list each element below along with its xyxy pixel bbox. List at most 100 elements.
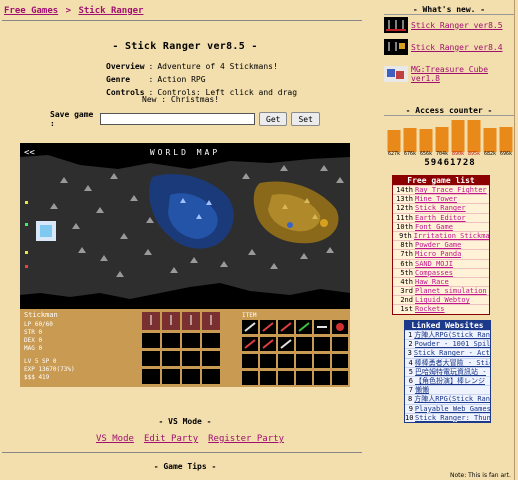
set-button[interactable]: Set [291, 112, 320, 126]
whats-new-item[interactable]: MG:Treasure Cube ver1.8 [384, 63, 511, 85]
rank-label: 9th [399, 231, 412, 240]
vs-mode-title: - VS Mode - [158, 417, 212, 426]
save-game-label: Save game : [50, 110, 94, 128]
linked-website-link[interactable]: 巴哈姆特電玩資訊站 - [415, 368, 486, 376]
item-grid[interactable] [242, 320, 348, 385]
free-game-link[interactable]: Earth Editor [415, 214, 466, 222]
breadcrumb-stick-ranger[interactable]: Stick Ranger [78, 6, 143, 16]
get-button[interactable]: Get [259, 112, 288, 126]
linked-website-link[interactable]: Stick Ranger - Action [414, 349, 490, 357]
free-game-link[interactable]: Stick Ranger [415, 204, 466, 212]
status-panel-graphics[interactable]: Stickman LP 60/60 STR 0 DEX 0 MAG 0 LV 5… [20, 309, 350, 387]
free-game-item[interactable]: 10th Font Game [393, 221, 489, 231]
rank-label: 9 [408, 404, 413, 413]
map-title: WORLD MAP [150, 148, 220, 157]
free-game-link[interactable]: Micro Panda [415, 250, 461, 258]
rank-label: 1 [407, 331, 413, 339]
save-game-row: Save game : Get Set [50, 110, 320, 128]
linked-websites: Linked Websites 1 方陣人RPG(Stick Range 2 Powd… [404, 320, 491, 423]
whats-new-link[interactable]: MG:Treasure Cube ver1.8 [411, 65, 511, 83]
linked-website-link[interactable]: Powder - 1001 Spill [415, 340, 490, 348]
linked-website-item[interactable]: 4 棒棒勇者大冒險 - Stic [405, 357, 490, 367]
divider [384, 14, 514, 15]
linked-website-link[interactable]: 棒棒勇者大冒險 - Stic [415, 359, 490, 367]
free-game-item[interactable]: 12th Stick Ranger [393, 203, 489, 212]
linked-website-link[interactable]: 懶懶 [415, 386, 429, 394]
free-game-item[interactable]: 3rd Planet simulation [393, 286, 489, 295]
free-game-link[interactable]: Haw Race [415, 278, 449, 286]
free-game-link[interactable]: Ray Trace Fighter [415, 186, 487, 194]
free-game-link[interactable]: Irritation Stickman [414, 232, 489, 240]
linked-website-item[interactable]: 5 巴哈姆特電玩資訊站 - [405, 366, 490, 376]
breadcrumb: Free Games > Stick Ranger [4, 6, 143, 16]
rank-label: 12th [396, 204, 413, 213]
counter-bar [403, 128, 417, 152]
rank-label: 6 [408, 376, 413, 385]
linked-website-item[interactable]: 10Stick Ranger: Thunder [405, 412, 490, 422]
free-game-link[interactable]: SAND MOJI [415, 260, 453, 268]
free-game-item[interactable]: 13th Mine Tower [393, 194, 489, 203]
linked-website-link[interactable]: 【角色扮演】棒レンジ [415, 377, 485, 385]
thumbnail-image [384, 17, 408, 33]
whats-new-link[interactable]: Stick Ranger ver8.4 [411, 43, 503, 52]
linked-website-item[interactable]: 3Stick Ranger - Action [405, 348, 490, 357]
free-game-list-title: Free game list [393, 176, 489, 185]
character-slots[interactable] [142, 312, 220, 384]
linked-website-item[interactable]: 8 方陣人RPG(Stick Range [405, 394, 490, 403]
stat-mag: MAG 0 [24, 345, 42, 352]
news-line: New : Christmas! [142, 95, 220, 104]
linked-website-item[interactable]: 2 Powder - 1001 Spill [405, 339, 490, 348]
linked-website-item[interactable]: 1 方陣人RPG(Stick Range [405, 330, 490, 339]
free-game-link[interactable]: Powder Game [415, 241, 461, 249]
linked-website-item[interactable]: 7 懶懶 [405, 385, 490, 394]
free-game-item[interactable]: 1st Rockets [393, 304, 489, 313]
counter-bar [483, 128, 497, 152]
free-game-item[interactable]: 6th SAND MOJI [393, 258, 489, 268]
linked-website-link[interactable]: 方陣人RPG(Stick Range [414, 331, 490, 339]
whats-new-link[interactable]: Stick Ranger ver8.5 [411, 21, 503, 30]
world-map[interactable]: << WORLD MAP [20, 143, 350, 309]
linked-website-link[interactable]: Playable Web Games [415, 405, 490, 413]
free-game-link[interactable]: Mine Tower [415, 195, 457, 203]
free-game-item[interactable]: 9th Irritation Stickman [393, 230, 489, 240]
free-game-link[interactable]: Liquid Webtoy [415, 296, 470, 304]
map-back-button[interactable]: << [24, 148, 35, 158]
rank-label: 7th [400, 250, 413, 259]
linked-website-link[interactable]: 方陣人RPG(Stick Range [414, 395, 490, 403]
edit-party-link[interactable]: Edit Party [144, 434, 198, 444]
rank-label: 7 [408, 386, 413, 395]
counter-label: 676k [403, 151, 417, 157]
counter-bar [387, 130, 401, 152]
free-game-link[interactable]: Planet simulation [415, 287, 487, 295]
game-canvas[interactable]: << WORLD MAP Stickman LP 60/60 STR 0 DEX… [20, 143, 350, 387]
item-label: ITEM [242, 312, 257, 319]
save-game-input[interactable] [100, 113, 255, 125]
info-key: Genre [106, 75, 131, 84]
free-game-item[interactable]: 5th Compasses [393, 267, 489, 277]
linked-website-item[interactable]: 6 【角色扮演】棒レンジ [405, 375, 490, 385]
free-game-item[interactable]: 4th Haw Race [393, 276, 489, 286]
free-game-item[interactable]: 7th Micro Panda [393, 249, 489, 258]
vs-mode-link[interactable]: VS Mode [96, 434, 134, 444]
free-game-item[interactable]: 14th Ray Trace Fighter [393, 185, 489, 194]
free-game-item[interactable]: 2nd Liquid Webtoy [393, 295, 489, 304]
stat-str: STR 0 [24, 329, 42, 336]
free-game-link[interactable]: Rockets [415, 305, 445, 313]
whats-new-title: - What's new. - [412, 5, 486, 14]
linked-website-link[interactable]: Stick Ranger: Thunder [415, 414, 490, 422]
free-game-item[interactable]: 8th Powder Game [393, 240, 489, 249]
free-game-item[interactable]: 11th Earth Editor [393, 212, 489, 222]
whats-new-item[interactable]: Stick Ranger ver8.5 [384, 16, 503, 34]
register-party-link[interactable]: Register Party [208, 434, 284, 444]
free-game-link[interactable]: Compasses [415, 269, 453, 277]
breadcrumb-free-games[interactable]: Free Games [4, 6, 58, 16]
stickman-name: Stickman [24, 311, 58, 319]
linked-website-item[interactable]: 9 Playable Web Games [405, 403, 490, 413]
info-row-overview: Overview : Adventure of 4 Stickmans! [106, 61, 299, 72]
whats-new-item[interactable]: Stick Ranger ver8.4 [384, 38, 503, 56]
counter-label: 627k [387, 151, 401, 157]
rank-label: 5th [400, 268, 413, 277]
page-title: - Stick Ranger ver8.5 - [112, 41, 258, 52]
free-game-link[interactable]: Font Game [415, 223, 453, 231]
divider [2, 452, 362, 453]
